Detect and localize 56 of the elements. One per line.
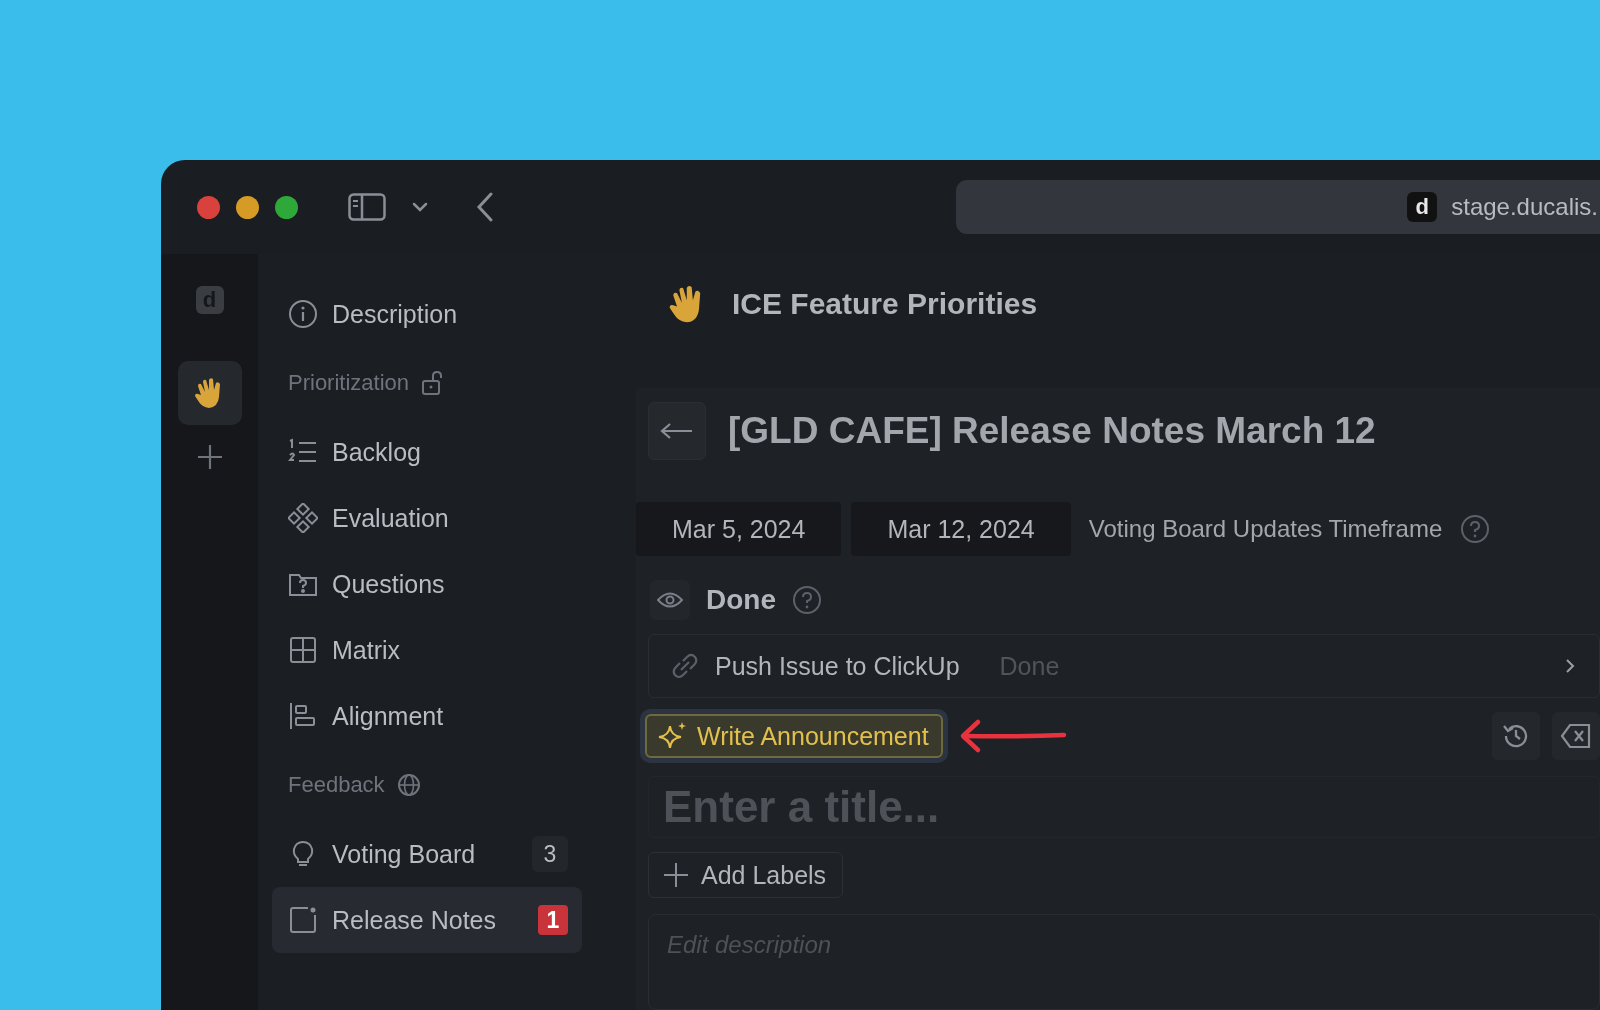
add-icon[interactable] (195, 443, 224, 471)
sidebar-item-label: Evaluation (332, 503, 450, 533)
zoom-window-button[interactable] (275, 195, 298, 219)
help-icon[interactable] (792, 585, 822, 615)
sidebar-item-label: Alignment (332, 701, 445, 731)
count-badge: 3 (532, 836, 568, 872)
grid-icon (288, 635, 318, 665)
arrow-left-icon (660, 423, 694, 439)
diamond-cluster-icon (288, 503, 318, 533)
sidebar-item[interactable]: Alignment (272, 683, 582, 749)
history-button[interactable] (1492, 712, 1540, 760)
section-heading: Prioritization (288, 370, 410, 396)
section-heading: Feedback (288, 772, 385, 798)
note-icon (288, 905, 318, 935)
sidebar-item[interactable]: Evaluation (272, 485, 582, 551)
sidebar-item-label: Backlog (332, 437, 422, 467)
sidebar-item[interactable]: Matrix (272, 617, 582, 683)
back-icon[interactable] (476, 192, 494, 222)
timeframe-label: Voting Board Updates Timeframe (1088, 515, 1443, 543)
sidebar-item-label: Matrix (332, 635, 402, 665)
board-title: ICE Feature Priorities (732, 287, 1038, 321)
sidebar-item-label: Questions (332, 569, 446, 599)
eye-icon (657, 592, 683, 608)
sidebar-item-label: Release Notes (332, 905, 497, 935)
link-icon (671, 652, 699, 680)
start-date-field[interactable]: Mar 5, 2024 (636, 502, 842, 556)
workspace-button[interactable] (177, 361, 242, 425)
visibility-button[interactable] (650, 580, 690, 620)
status-label: Done (706, 584, 776, 616)
sidebar-item[interactable]: Backlog (272, 419, 582, 485)
card-title: [GLD CAFE] Release Notes March 12 (728, 410, 1376, 452)
plus-icon (663, 862, 689, 888)
chevron-right-icon (1565, 658, 1575, 674)
site-logo-icon: d (1407, 192, 1438, 222)
minimize-window-button[interactable] (236, 195, 259, 219)
integration-label: Push Issue to ClickUp (715, 651, 960, 681)
sidebar-item[interactable]: Release Notes 1 (272, 887, 582, 953)
sidebar-item[interactable]: Questions (272, 551, 582, 617)
sidebar-item[interactable]: Voting Board 3 (272, 821, 582, 887)
address-bar[interactable]: d stage.ducalis. (956, 180, 1600, 234)
sidebar-item-label: Voting Board (332, 839, 477, 869)
sidebar-item[interactable]: Description (272, 281, 582, 347)
close-window-button[interactable] (197, 195, 220, 219)
back-button[interactable] (648, 402, 706, 460)
sidebar-toggle-icon[interactable] (348, 193, 386, 221)
clear-button[interactable] (1552, 712, 1600, 760)
globe-icon (396, 773, 421, 797)
count-badge: 1 (538, 905, 568, 935)
write-announcement-button[interactable]: Write Announcement (645, 714, 943, 758)
info-icon (288, 299, 318, 329)
align-left-icon (288, 701, 318, 731)
end-date-field[interactable]: Mar 12, 2024 (851, 502, 1071, 556)
add-labels-button[interactable]: Add Labels (648, 852, 844, 898)
help-icon[interactable] (1460, 514, 1491, 544)
backspace-icon (1560, 723, 1592, 749)
chevron-down-icon[interactable] (412, 202, 428, 212)
